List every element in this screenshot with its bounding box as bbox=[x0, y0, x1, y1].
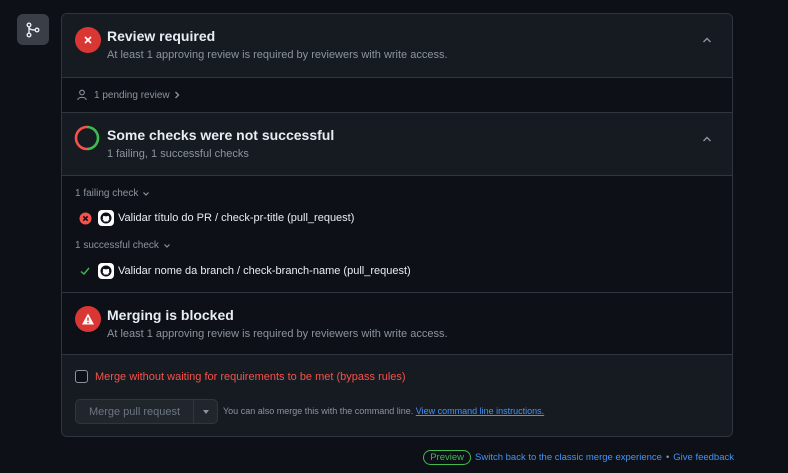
bypass-label[interactable]: Merge without waiting for requirements t… bbox=[95, 371, 406, 383]
failing-checks-label: 1 failing check bbox=[75, 188, 139, 199]
review-title: Review required bbox=[107, 28, 216, 44]
review-x-icon bbox=[75, 27, 101, 53]
merge-pull-request-button[interactable]: Merge pull request bbox=[75, 399, 194, 424]
merge-button-group: Merge pull request bbox=[75, 399, 218, 424]
chevron-up-icon[interactable] bbox=[702, 36, 712, 44]
preview-badge: Preview bbox=[423, 450, 472, 465]
chevron-up-icon[interactable] bbox=[702, 135, 712, 143]
give-feedback-link[interactable]: Give feedback bbox=[673, 452, 734, 463]
bypass-checkbox[interactable] bbox=[75, 370, 88, 383]
merging-blocked-title: Merging is blocked bbox=[107, 307, 234, 323]
merging-blocked-section: Merging is blocked At least 1 approving … bbox=[62, 293, 732, 355]
review-subtitle: At least 1 approving review is required … bbox=[107, 49, 448, 61]
chevron-right-icon bbox=[175, 91, 180, 99]
failing-check-name: Validar título do PR / check-pr-title (p… bbox=[118, 212, 355, 224]
successful-check-row[interactable]: Validar nome da branch / check-branch-na… bbox=[78, 262, 411, 280]
alert-icon bbox=[75, 306, 101, 332]
git-branch-icon bbox=[26, 22, 40, 37]
command-line-hint-text: You can also merge this with the command… bbox=[223, 406, 414, 416]
merge-method-dropdown[interactable] bbox=[194, 399, 218, 424]
checks-header[interactable]: Some checks were not successful 1 failin… bbox=[62, 113, 732, 175]
footer-separator: • bbox=[665, 452, 670, 463]
triangle-down-icon bbox=[202, 409, 209, 414]
merge-actions: Merge without waiting for requirements t… bbox=[62, 355, 732, 436]
check-icon bbox=[78, 264, 92, 278]
pending-review-row[interactable]: 1 pending review bbox=[62, 77, 732, 112]
merge-box: Review required At least 1 approving rev… bbox=[61, 13, 733, 437]
checks-subtitle: 1 failing, 1 successful checks bbox=[107, 148, 249, 160]
chevron-down-icon bbox=[164, 243, 170, 248]
review-section: Review required At least 1 approving rev… bbox=[62, 14, 732, 113]
checks-list: 1 failing check Validar título do PR / c… bbox=[62, 175, 732, 292]
checks-ring-icon bbox=[74, 125, 100, 151]
github-actions-icon bbox=[98, 263, 114, 279]
successful-checks-label: 1 successful check bbox=[75, 240, 159, 251]
command-line-hint: You can also merge this with the command… bbox=[223, 406, 544, 416]
pending-review-label: 1 pending review bbox=[94, 90, 170, 101]
switch-classic-link[interactable]: Switch back to the classic merge experie… bbox=[475, 452, 662, 463]
git-merge-icon-box bbox=[17, 14, 49, 45]
merging-blocked-subtitle: At least 1 approving review is required … bbox=[107, 328, 448, 340]
failing-checks-toggle[interactable]: 1 failing check bbox=[75, 188, 150, 199]
checks-section: Some checks were not successful 1 failin… bbox=[62, 113, 732, 293]
successful-checks-toggle[interactable]: 1 successful check bbox=[75, 240, 171, 251]
person-icon bbox=[77, 89, 87, 101]
command-line-instructions-link[interactable]: View command line instructions. bbox=[416, 406, 544, 416]
review-header[interactable]: Review required At least 1 approving rev… bbox=[62, 14, 732, 77]
footer: Preview Switch back to the classic merge… bbox=[423, 450, 734, 465]
failed-x-icon bbox=[78, 211, 92, 225]
bypass-rules-option[interactable]: Merge without waiting for requirements t… bbox=[75, 370, 406, 383]
github-actions-icon bbox=[98, 210, 114, 226]
checks-title: Some checks were not successful bbox=[107, 127, 335, 143]
successful-check-name: Validar nome da branch / check-branch-na… bbox=[118, 265, 411, 277]
failing-check-row[interactable]: Validar título do PR / check-pr-title (p… bbox=[78, 209, 354, 227]
chevron-down-icon bbox=[143, 191, 150, 196]
